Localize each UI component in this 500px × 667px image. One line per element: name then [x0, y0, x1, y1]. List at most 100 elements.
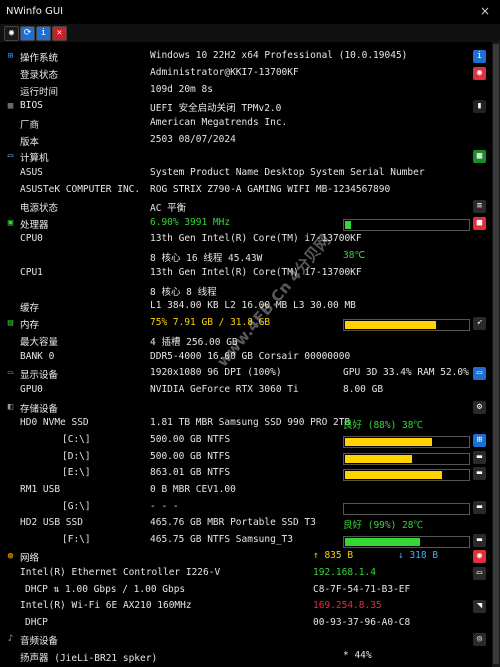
display-icon[interactable]: ▭ — [473, 367, 486, 380]
row-extra: 良好 (99%) 28℃ — [343, 520, 423, 531]
info-row: CPU1 13th Gen Intel(R) Core(TM) i7-13700K… — [0, 266, 500, 283]
usage-bar — [343, 219, 470, 231]
info-row: [D:\] 500.00 GB NTFS ▬ — [0, 450, 500, 467]
row-value: 1.81 TB MBR Samsung SSD 990 PRO 2TB — [150, 417, 351, 428]
info-row: 8 核心 8 线程 — [0, 283, 500, 300]
usage-bar — [343, 536, 470, 548]
row-label: 处理器 — [20, 220, 49, 231]
row-extra: 38℃ — [343, 250, 366, 261]
usage-bar-fill — [345, 438, 433, 446]
row-label: 登录状态 — [20, 70, 59, 81]
row-value: 0 B MBR CEV1.00 — [150, 484, 236, 495]
info-row: [C:\] 500.00 GB NTFS ⊞ — [0, 433, 500, 450]
info-row: 8 核心 16 线程 45.43W 38℃ — [0, 249, 500, 266]
row-label: DHCP — [25, 617, 48, 628]
row-label: 最大容量 — [20, 337, 59, 348]
monitor-icon: ▭ — [7, 151, 14, 161]
usage-bar-fill — [345, 455, 412, 463]
usage-bar-fill — [345, 321, 436, 329]
battery-icon[interactable]: ≡ — [473, 200, 486, 213]
row-value: - - - — [150, 501, 179, 512]
drive-icon[interactable]: ▬ — [473, 467, 486, 480]
audio-icon: ♪ — [7, 634, 14, 644]
info-row: ▣ 处理器 6.90% 3991 MHz ■ — [0, 216, 500, 233]
row-value: 465.75 GB NTFS Samsung_T3 — [150, 534, 293, 545]
about-icon[interactable]: i — [36, 26, 51, 41]
close-report-icon[interactable]: ✕ — [52, 26, 67, 41]
row-value: UEFI 安全启动关闭 TPMv2.0 — [150, 103, 282, 114]
row-label: 网络 — [20, 553, 40, 564]
info-row: Intel(R) Wi-Fi 6E AX210 160MHz 169.254.8.… — [0, 599, 500, 616]
row-value: 13th Gen Intel(R) Core(TM) i7-13700KF — [150, 267, 362, 278]
cpu-icon[interactable]: ■ — [473, 217, 486, 230]
info-row: 扬声器 (JieLi-BR21 spker) * 44% — [0, 649, 500, 666]
row-extra: ↑ 835 B — [313, 550, 354, 561]
network-icon[interactable]: ◉ — [473, 550, 486, 563]
scrollbar-thumb[interactable] — [493, 44, 499, 664]
settings-icon[interactable]: ⚙ — [473, 401, 486, 414]
drive-icon[interactable]: ▬ — [473, 501, 486, 514]
toolbar: ◉ ⟳ i ✕ — [0, 24, 500, 42]
info-row: [E:\] 863.01 GB NTFS ▬ — [0, 466, 500, 483]
status-icon[interactable]: ◉ — [473, 67, 486, 80]
row-extra: 00-93-37-96-A0-C8 — [313, 617, 411, 628]
drive-icon[interactable]: ▬ — [473, 534, 486, 547]
row-label: HD0 NVMe SSD — [20, 417, 89, 428]
row-label: CPU1 — [20, 267, 43, 278]
row-extra: 8.00 GB — [343, 384, 384, 395]
info-row: ◍ 网络 ↑ 835 B ↓ 318 B ◉ — [0, 549, 500, 566]
info-row: ▦ BIOS UEFI 安全启动关闭 TPMv2.0 ▮ — [0, 99, 500, 116]
info-row: CPU0 13th Gen Intel(R) Core(TM) i7-13700K… — [0, 232, 500, 249]
info-row: Intel(R) Ethernet Controller I226-V 192.1… — [0, 566, 500, 583]
drive-icon[interactable]: ▬ — [473, 451, 486, 464]
row-label: ASUS — [20, 167, 43, 178]
row-value: American Megatrends Inc. — [150, 117, 288, 128]
row-label: DHCP ⇅ 1.00 Gbps / 1.00 Gbps — [25, 584, 186, 595]
info-row: ASUSTeK COMPUTER INC. ROG STRIX Z790-A GA… — [0, 183, 500, 200]
row-value: 500.00 GB NTFS — [150, 451, 231, 462]
row-label: 计算机 — [20, 153, 49, 164]
row-label: HD2 USB SSD — [20, 517, 83, 528]
row-extra-2: ↓ 318 B — [398, 550, 439, 561]
info-icon[interactable]: i — [473, 50, 486, 63]
capture-icon[interactable]: ◉ — [4, 26, 19, 41]
row-extra: GPU 3D 33.4% RAM 52.0% — [343, 367, 469, 378]
wifi-icon[interactable]: ◥ — [473, 600, 486, 613]
row-extra: 169.254.8.35 — [313, 600, 382, 611]
ethernet-icon[interactable]: ▭ — [473, 567, 486, 580]
row-label: RM1 USB — [20, 484, 61, 495]
row-extra: C8-7F-54-71-B3-EF — [313, 584, 411, 595]
usage-bar-fill — [345, 538, 421, 546]
usage-bar-fill — [345, 221, 352, 229]
info-row: ASUS System Product Name Desktop System S… — [0, 166, 500, 183]
window-title: NWinfo GUI — [6, 6, 64, 17]
bios-icon[interactable]: ▮ — [473, 100, 486, 113]
row-value: 8 核心 8 线程 — [150, 287, 217, 298]
close-window-button[interactable]: × — [480, 4, 490, 18]
row-label: 缓存 — [20, 303, 40, 314]
info-row: [G:\] - - - ▬ — [0, 500, 500, 517]
win-icon[interactable]: ⊞ — [473, 434, 486, 447]
row-label: 内存 — [20, 320, 40, 331]
row-value: AC 平衡 — [150, 203, 187, 214]
info-row: RM1 USB 0 B MBR CEV1.00 — [0, 483, 500, 500]
info-row: DHCP ⇅ 1.00 Gbps / 1.00 Gbps C8-7F-54-71-… — [0, 583, 500, 600]
row-label: [C:\] — [62, 434, 91, 445]
info-row: 厂商 American Megatrends Inc. — [0, 116, 500, 133]
row-value: 6.90% 3991 MHz — [150, 217, 231, 228]
info-row: ⊞ 操作系统 Windows 10 22H2 x64 Professional (1… — [0, 49, 500, 66]
speaker-icon[interactable]: ◎ — [473, 633, 486, 646]
computer-icon[interactable]: ▦ — [473, 150, 486, 163]
info-row: HD0 NVMe SSD 1.81 TB MBR Samsung SSD 990 … — [0, 416, 500, 433]
rocket-icon[interactable]: ➶ — [473, 317, 486, 330]
disk-icon: ◧ — [7, 402, 14, 412]
info-row: ♪ 音频设备 ◎ — [0, 632, 500, 649]
refresh-icon[interactable]: ⟳ — [20, 26, 35, 41]
row-value: Windows 10 22H2 x64 Professional (10.0.1… — [150, 50, 408, 61]
row-value: System Product Name Desktop System Seria… — [150, 167, 425, 178]
row-label: 存储设备 — [20, 404, 59, 415]
row-label: 音频设备 — [20, 636, 59, 647]
row-label: 电源状态 — [20, 203, 59, 214]
scrollbar[interactable] — [492, 42, 500, 667]
info-row: ▭ 计算机 ▦ — [0, 149, 500, 166]
